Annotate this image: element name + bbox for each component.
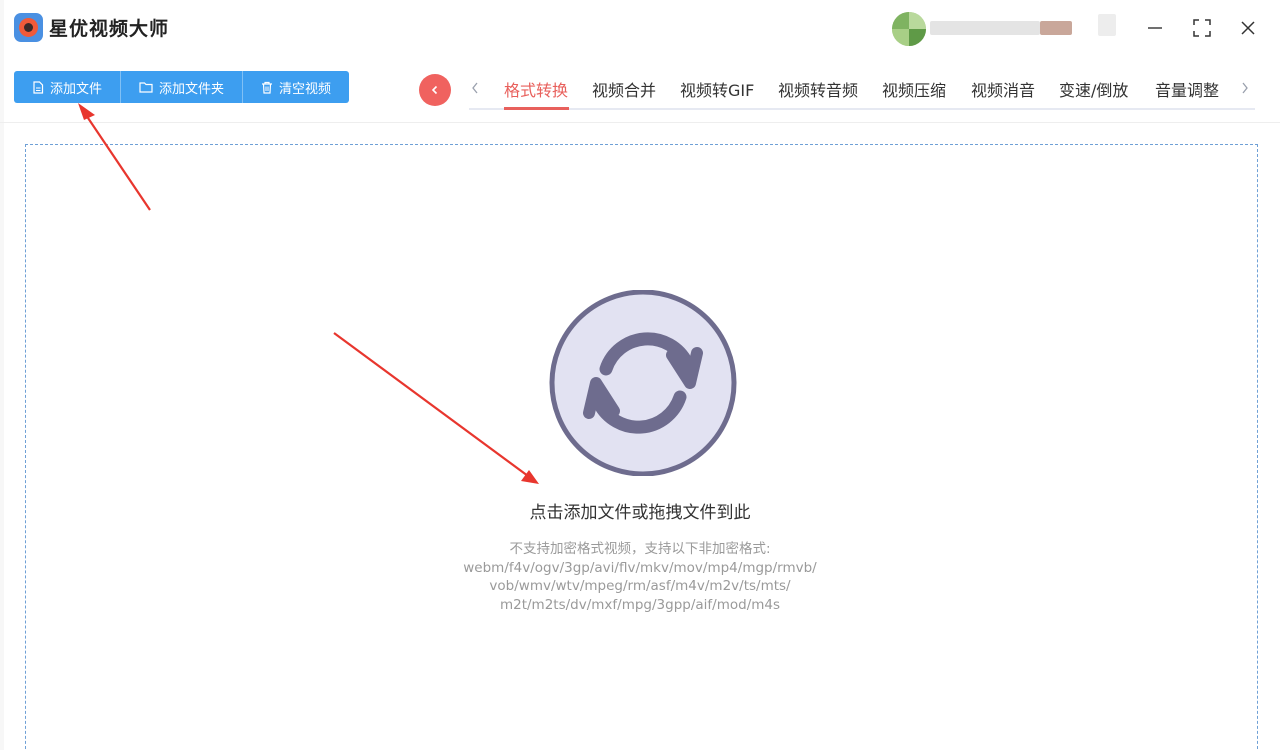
drop-zone-title[interactable]: 点击添加文件或拖拽文件到此	[0, 498, 1280, 523]
add-file-button[interactable]: 添加文件	[14, 71, 122, 103]
maximize-icon	[1193, 19, 1211, 37]
supported-formats-text: 不支持加密格式视频，支持以下非加密格式: webm/f4v/ogv/3gp/av…	[0, 540, 1280, 614]
file-icon	[33, 80, 44, 94]
blurred-username-tail	[1040, 21, 1072, 35]
annotation-arrowhead-add-file	[78, 103, 95, 120]
tab-video-to-audio[interactable]: 视频转音频	[778, 77, 858, 101]
header-separator	[0, 122, 1280, 123]
blurred-username	[930, 21, 1040, 35]
title-bar: 星优视频大师	[0, 0, 1280, 56]
folder-icon	[139, 82, 153, 93]
clear-videos-label: 清空视频	[279, 81, 332, 97]
app-title: 星优视频大师	[49, 18, 170, 40]
maximize-button[interactable]	[1188, 14, 1216, 42]
tab-format-convert[interactable]: 格式转换	[504, 77, 568, 101]
chevron-left-icon	[431, 85, 438, 95]
formats-line: m2t/m2ts/dv/mxf/mpg/3gpp/aif/mod/m4s	[499, 596, 781, 613]
tab-video-mute[interactable]: 视频消音	[971, 77, 1035, 101]
close-button[interactable]	[1234, 14, 1262, 42]
trash-icon	[262, 81, 273, 94]
add-folder-label: 添加文件夹	[159, 81, 225, 97]
formats-line: 不支持加密格式视频，支持以下非加密格式:	[509, 541, 771, 557]
add-folder-button[interactable]: 添加文件夹	[121, 71, 244, 103]
toolbar-button-group: 添加文件 添加文件夹 清空视频	[14, 71, 350, 103]
app-window: 星优视频大师 添加文件 添加文件夹 清空视频 格式转换 视频合并 视频转GIF …	[0, 0, 1280, 750]
close-icon	[1241, 21, 1255, 35]
formats-line: webm/f4v/ogv/3gp/avi/flv/mkv/mov/mp4/mgp…	[463, 559, 817, 576]
tab-volume-adjust[interactable]: 音量调整	[1155, 77, 1219, 101]
tab-video-to-gif[interactable]: 视频转GIF	[680, 77, 754, 101]
convert-refresh-icon[interactable]	[548, 290, 738, 476]
active-tab-indicator	[504, 107, 569, 110]
tab-video-compress[interactable]: 视频压缩	[882, 77, 946, 101]
minimize-button[interactable]	[1141, 14, 1169, 42]
formats-line: vob/wmv/wtv/mpeg/rm/asf/m4v/m2v/ts/mts/	[489, 578, 791, 594]
clear-videos-button[interactable]: 清空视频	[243, 71, 349, 103]
blurred-icon	[1098, 14, 1116, 36]
add-file-label: 添加文件	[50, 81, 103, 97]
left-edge	[0, 0, 4, 750]
tabs-baseline	[469, 108, 1255, 110]
tab-video-merge[interactable]: 视频合并	[592, 77, 656, 101]
app-logo-icon	[14, 13, 43, 42]
tabs-scroll-right-icon[interactable]	[1240, 80, 1250, 99]
back-button[interactable]	[419, 74, 451, 106]
avatar[interactable]	[892, 12, 926, 46]
tabs-scroll-left-icon[interactable]	[470, 80, 480, 99]
minimize-icon	[1148, 27, 1162, 29]
tab-speed-reverse[interactable]: 变速/倒放	[1059, 77, 1128, 101]
